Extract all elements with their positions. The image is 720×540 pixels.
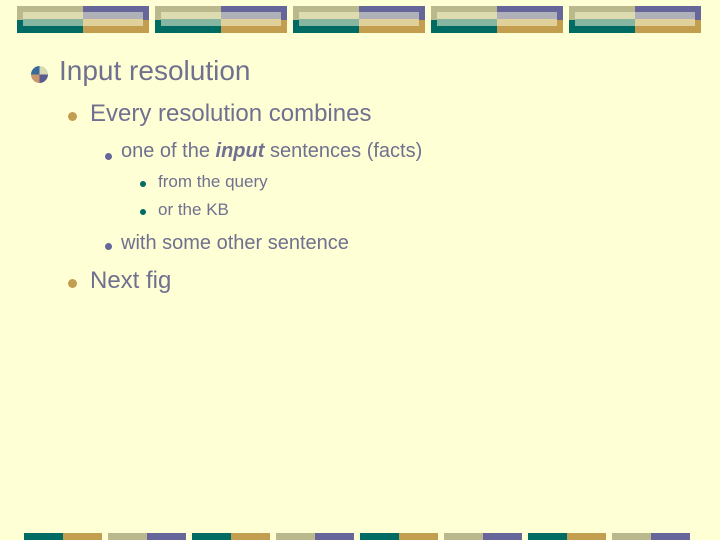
bottom-decor-segment xyxy=(63,533,102,540)
purple-dot-icon xyxy=(105,243,112,250)
bottom-decor-segment xyxy=(276,533,315,540)
gold-dot-icon xyxy=(68,112,77,121)
bottom-decor-segment xyxy=(360,533,399,540)
bottom-decor-segment xyxy=(651,533,690,540)
bottom-decor-segment xyxy=(399,533,438,540)
bottom-decor-segment xyxy=(147,533,186,540)
purple-dot-icon xyxy=(105,153,112,160)
bullet-level3: one of the input sentences (facts) xyxy=(121,140,422,163)
teal-dot-icon xyxy=(140,181,146,187)
emphasized-word: input xyxy=(215,140,265,162)
bottom-decor-segment xyxy=(567,533,606,540)
bottom-decor-segment xyxy=(24,533,63,540)
bottom-decor-segment xyxy=(192,533,231,540)
bottom-decorative-band xyxy=(0,533,720,540)
bullet-level2: Every resolution combines xyxy=(90,100,372,127)
quartered-pie-icon xyxy=(31,66,48,83)
bottom-decor-segment xyxy=(108,533,147,540)
bottom-decor-segment xyxy=(444,533,483,540)
bottom-decor-segment xyxy=(315,533,354,540)
bullet-text: sentences (facts) xyxy=(264,140,423,162)
bottom-decor-segment xyxy=(231,533,270,540)
slide-content: Input resolution Every resolution combin… xyxy=(0,0,720,540)
bullet-level4: or the KB xyxy=(158,200,229,219)
bullet-level3: with some other sentence xyxy=(121,232,349,254)
bullet-level4: from the query xyxy=(158,172,268,191)
bullet-text: one of the xyxy=(121,140,216,162)
slide-title: Input resolution xyxy=(59,55,251,86)
bottom-decor-segment xyxy=(483,533,522,540)
teal-dot-icon xyxy=(140,209,146,215)
bottom-decor-segment xyxy=(612,533,651,540)
gold-dot-icon xyxy=(68,279,77,288)
bottom-decor-segment xyxy=(528,533,567,540)
bullet-level2: Next fig xyxy=(90,267,172,294)
